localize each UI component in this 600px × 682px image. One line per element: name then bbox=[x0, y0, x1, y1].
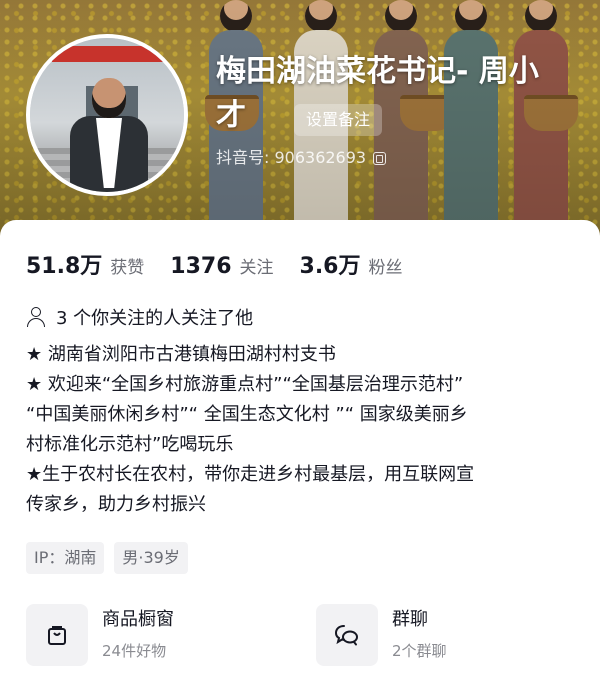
douyin-id-text: 抖音号: 906362693 bbox=[216, 148, 367, 167]
bio-line: 村标准化示范村”吃喝玩乐 bbox=[26, 434, 234, 455]
avatar[interactable] bbox=[26, 34, 188, 196]
douyin-id[interactable]: 抖音号: 906362693 bbox=[216, 146, 387, 170]
bio-line: “中国美丽休闲乡村”“ 全国生态文化村 ”“ 国家级美丽乡 bbox=[26, 404, 468, 425]
bio-line: ★ 湖南省浏阳市古港镇梅田湖村村支书 bbox=[26, 344, 336, 365]
mutual-follow-row[interactable]: 3 个你关注的人关注了他 bbox=[26, 304, 253, 330]
profile-tags: IP：湖南 男·39岁 bbox=[26, 542, 188, 574]
bio-line: ★生于农村长在农村，带你走进乡村最基层，用互联网宣 bbox=[26, 464, 475, 485]
tile-title: 群聊 bbox=[392, 609, 428, 630]
tile-title: 商品橱窗 bbox=[102, 609, 174, 630]
stat-label: 粉丝 bbox=[368, 258, 403, 278]
mutual-follow-text: 3 个你关注的人关注了他 bbox=[56, 308, 254, 329]
profile-name: 梅田湖油菜花书记- 周小才 bbox=[216, 54, 539, 133]
tile-subtitle: 2个群聊 bbox=[392, 642, 447, 660]
group-chat-icon bbox=[316, 604, 378, 666]
product-showcase-tile[interactable]: 商品橱窗 24件好物 bbox=[26, 604, 276, 666]
stat-value: 1376 bbox=[170, 254, 232, 279]
bio-line: 传家乡，助力乡村振兴 bbox=[26, 494, 206, 515]
group-chat-tile[interactable]: 群聊 2个群聊 bbox=[316, 604, 566, 666]
tile-subtitle: 24件好物 bbox=[102, 642, 167, 660]
stat-likes[interactable]: 51.8万 获赞 bbox=[26, 248, 144, 280]
gender-age-tag: 男·39岁 bbox=[114, 542, 188, 574]
stats-row: 51.8万 获赞 1376 关注 3.6万 粉丝 bbox=[26, 248, 429, 280]
stat-followers[interactable]: 3.6万 粉丝 bbox=[300, 248, 403, 280]
bio-line: ★ 欢迎来“全国乡村旅游重点村”“全国基层治理示范村” bbox=[26, 374, 464, 395]
set-remark-button[interactable]: 设置备注 bbox=[294, 104, 383, 136]
ip-location-tag: IP：湖南 bbox=[26, 542, 105, 574]
shopping-bag-icon bbox=[26, 604, 88, 666]
copy-icon[interactable] bbox=[373, 151, 387, 165]
stat-label: 获赞 bbox=[110, 258, 145, 278]
stat-label: 关注 bbox=[239, 258, 274, 278]
person-icon bbox=[26, 307, 46, 327]
stat-value: 3.6万 bbox=[299, 254, 361, 279]
stat-value: 51.8万 bbox=[26, 254, 103, 279]
stat-following[interactable]: 1376 关注 bbox=[170, 253, 273, 279]
feature-tiles: 商品橱窗 24件好物 群聊 2个群聊 bbox=[26, 604, 566, 666]
bio: ★ 湖南省浏阳市古港镇梅田湖村村支书 ★ 欢迎来“全国乡村旅游重点村”“全国基层… bbox=[26, 340, 586, 520]
